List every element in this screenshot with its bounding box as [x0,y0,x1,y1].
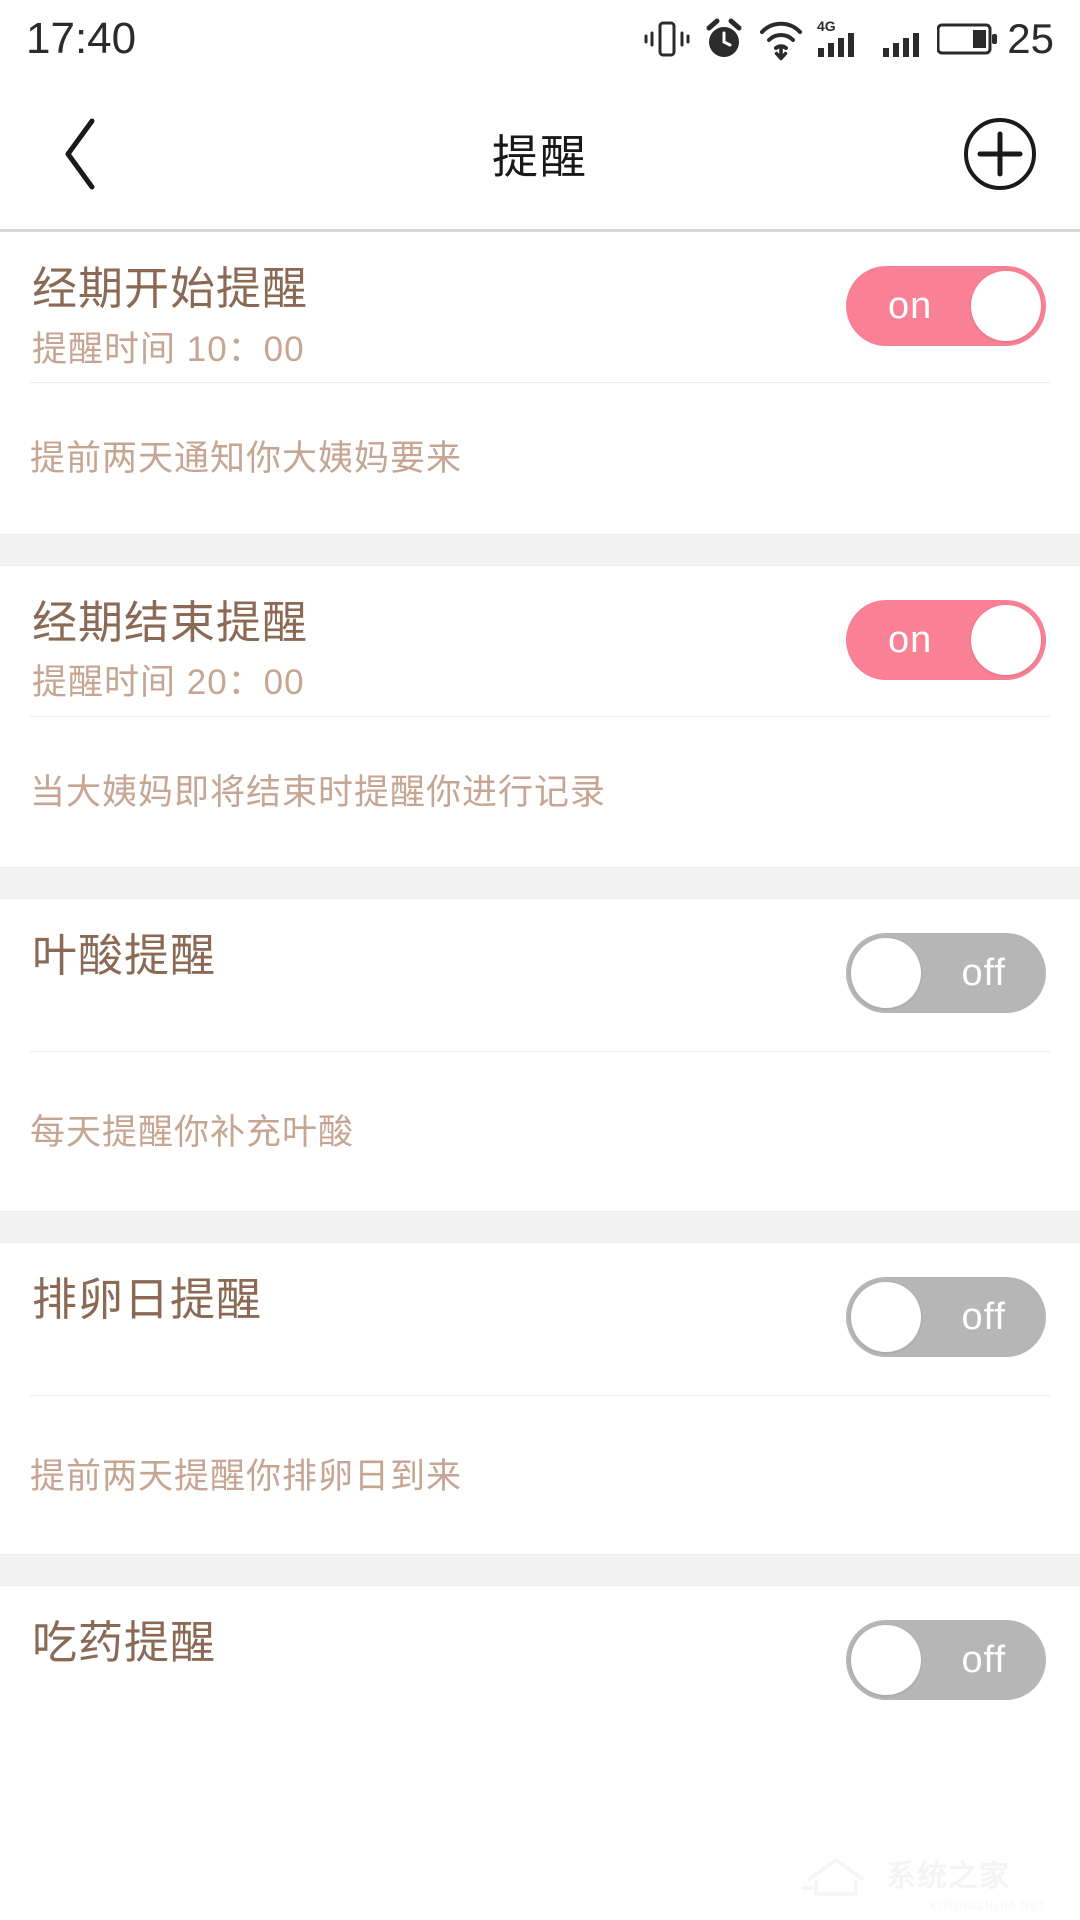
watermark-text: 系统之家 [886,1860,1010,1893]
toggle-knob [971,271,1041,341]
page-title: 提醒 [492,130,588,183]
section-spacer [0,1210,1080,1243]
reminder-text-block: 经期开始提醒 提醒时间 10：00 [30,260,846,372]
reminder-description: 每天提醒你补充叶酸 [30,1113,355,1152]
reminder-list: 经期开始提醒 提醒时间 10：00 on 提前两天通知你大姨妈要来 经期结束提醒… [0,232,1080,1738]
wifi-icon [760,21,803,61]
reminder-section: 吃药提醒 off [0,1586,1080,1738]
battery-icon [937,23,998,55]
reminder-text-block: 排卵日提醒 [30,1271,846,1329]
signal-icon [883,33,920,57]
reminder-time[interactable]: 提醒时间 20：00 [32,660,846,706]
toggle-state-label: off [961,952,1006,994]
reminder-toggle[interactable]: on [846,266,1046,346]
section-spacer [0,533,1080,566]
reminder-time[interactable]: 提醒时间 10：00 [32,327,846,373]
reminder-toggle[interactable]: on [846,599,1046,680]
reminder-description: 提前两天通知你大姨妈要来 [30,439,463,478]
signal-4g-icon: 4G [817,18,855,57]
toggle-knob [851,1281,921,1352]
reminder-title: 排卵日提醒 [32,1273,263,1325]
reminder-text-block: 吃药提醒 [30,1614,846,1672]
plus-circle-icon [964,117,1036,190]
reminder-row[interactable]: 经期结束提醒 提醒时间 20：00 on [30,566,1050,716]
reminder-section: 经期开始提醒 提醒时间 10：00 on 提前两天通知你大姨妈要来 [0,232,1080,534]
toggle-knob [851,1625,921,1695]
status-bar: 17:40 4G 25 [0,0,1080,78]
toggle-knob [851,938,921,1008]
vibrate-icon [644,21,690,57]
reminder-toggle[interactable]: off [846,1620,1046,1700]
battery-indicator: 25 [937,18,1054,60]
status-bar-icons: 4G 25 [644,17,1054,61]
reminder-section: 叶酸提醒 off 每天提醒你补充叶酸 [0,899,1080,1211]
toggle-state-label: on [888,618,933,661]
reminder-description: 提前两天提醒你排卵日到来 [30,1456,463,1496]
reminder-title: 经期结束提醒 [32,596,309,648]
site-watermark: 系统之家 XITONGZHIJIA.NET [802,1846,1052,1912]
toggle-state-label: off [961,1639,1006,1681]
section-spacer [0,1554,1080,1586]
reminder-toggle[interactable]: off [846,933,1046,1013]
reminder-row[interactable]: 吃药提醒 off [30,1586,1050,1738]
reminder-row[interactable]: 叶酸提醒 off [30,899,1050,1051]
app-header: 提醒 [0,78,1080,232]
reminder-section: 经期结束提醒 提醒时间 20：00 on 当大姨妈即将结束时提醒你进行记录 [0,565,1080,867]
reminder-title: 叶酸提醒 [32,930,217,981]
alarm-icon [706,18,742,57]
reminder-section: 排卵日提醒 off 提前两天提醒你排卵日到来 [0,1242,1080,1554]
watermark-subtext: XITONGZHIJIA.NET [929,1900,1046,1912]
section-spacer [0,867,1080,899]
toggle-state-label: off [961,1295,1006,1338]
status-bar-clock: 17:40 [26,14,137,63]
reminder-description: 当大姨妈即将结束时提醒你进行记录 [30,772,607,812]
reminder-title: 吃药提醒 [32,1617,217,1668]
svg-text:4G: 4G [817,18,836,34]
reminder-row[interactable]: 经期开始提醒 提醒时间 10：00 on [30,232,1050,382]
toggle-state-label: on [888,285,933,327]
reminder-row[interactable]: 排卵日提醒 off [30,1243,1050,1395]
house-logo-icon [802,1858,866,1896]
add-reminder-button[interactable] [962,116,1038,192]
reminder-text-block: 叶酸提醒 [30,927,846,985]
reminder-title: 经期开始提醒 [32,263,309,314]
toggle-knob [971,604,1041,675]
reminder-text-block: 经期结束提醒 提醒时间 20：00 [30,594,846,706]
reminder-toggle[interactable]: off [846,1276,1046,1357]
battery-percent-label: 25 [1007,15,1054,62]
